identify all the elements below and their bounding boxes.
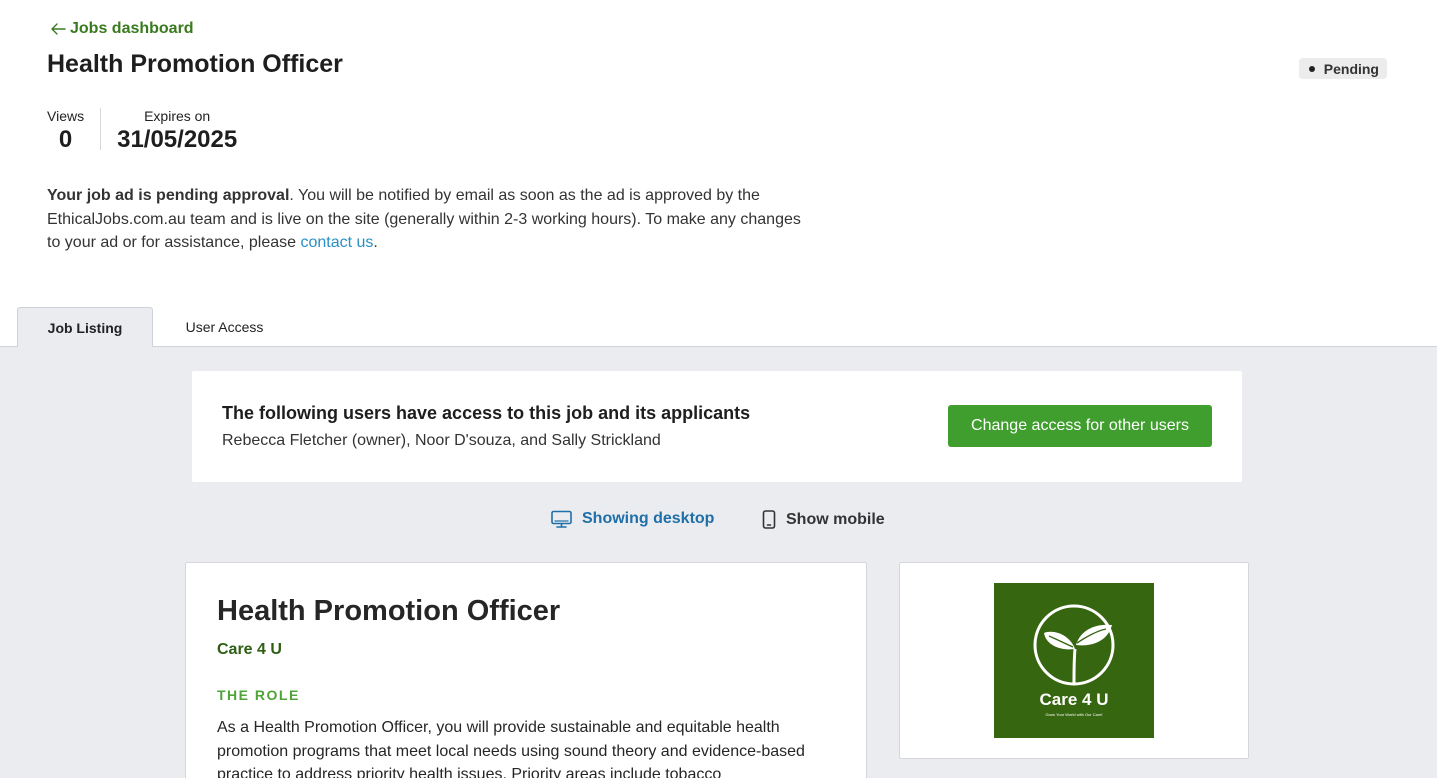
show-desktop-label: Showing desktop	[582, 510, 715, 527]
notice-bold: Your job ad is pending approval	[47, 187, 290, 204]
company-logo: Care 4 U Grow Your World with Our Care!	[994, 583, 1154, 738]
show-mobile-label: Show mobile	[786, 510, 885, 528]
contact-us-link[interactable]: contact us	[300, 234, 373, 251]
user-access-card: The following users have access to this …	[192, 371, 1242, 482]
job-preview-card: Health Promotion Officer Care 4 U THE RO…	[185, 562, 867, 778]
back-to-dashboard-link[interactable]: Jobs dashboard	[50, 20, 194, 38]
expires-stat: Expires on 31/05/2025	[101, 108, 237, 154]
job-title: Health Promotion Officer	[217, 595, 561, 627]
views-label: Views	[47, 108, 85, 124]
page-title: Health Promotion Officer	[47, 50, 343, 78]
job-description: As a Health Promotion Officer, you will …	[217, 719, 805, 778]
view-toggle: Showing desktop Show mobile	[0, 510, 1437, 532]
logo-tagline: Grow Your World with Our Care!	[1045, 712, 1103, 717]
mobile-phone-icon	[762, 510, 776, 529]
arrow-left-icon	[51, 23, 66, 35]
views-value: 0	[58, 126, 73, 153]
company-logo-card: Care 4 U Grow Your World with Our Care!	[899, 562, 1249, 759]
job-company: Care 4 U	[217, 641, 282, 658]
status-dot-icon	[1308, 65, 1315, 72]
notice-end: .	[373, 234, 378, 251]
views-stat: Views 0	[47, 108, 102, 153]
access-users-list: Rebecca Fletcher (owner), Noor D'souza, …	[222, 432, 661, 449]
page-header: Jobs dashboard Health Promotion Officer …	[0, 0, 1437, 348]
status-badge: Pending	[1298, 58, 1387, 79]
job-section-heading: THE ROLE	[217, 687, 300, 703]
show-desktop-toggle[interactable]: Showing desktop	[551, 510, 714, 528]
job-stats: Views 0 Expires on 31/05/2025	[47, 108, 237, 154]
expires-label: Expires on	[144, 108, 211, 124]
pending-approval-notice: Your job ad is pending approval. You wil…	[47, 184, 817, 255]
status-label: Pending	[1323, 60, 1379, 77]
change-access-button[interactable]: Change access for other users	[948, 405, 1212, 447]
content-area: The following users have access to this …	[0, 347, 1437, 778]
tab-bar: Job Listing User Access	[0, 307, 1437, 348]
back-link-label: Jobs dashboard	[70, 20, 194, 37]
desktop-icon	[551, 510, 572, 528]
tab-job-listing[interactable]: Job Listing	[17, 307, 153, 348]
sprout-logo-icon	[1033, 604, 1115, 686]
tab-user-access[interactable]: User Access	[167, 307, 282, 347]
access-title: The following users have access to this …	[222, 403, 751, 423]
expires-value: 31/05/2025	[117, 126, 238, 153]
show-mobile-toggle[interactable]: Show mobile	[762, 510, 885, 529]
logo-name: Care 4 U	[1039, 690, 1109, 709]
